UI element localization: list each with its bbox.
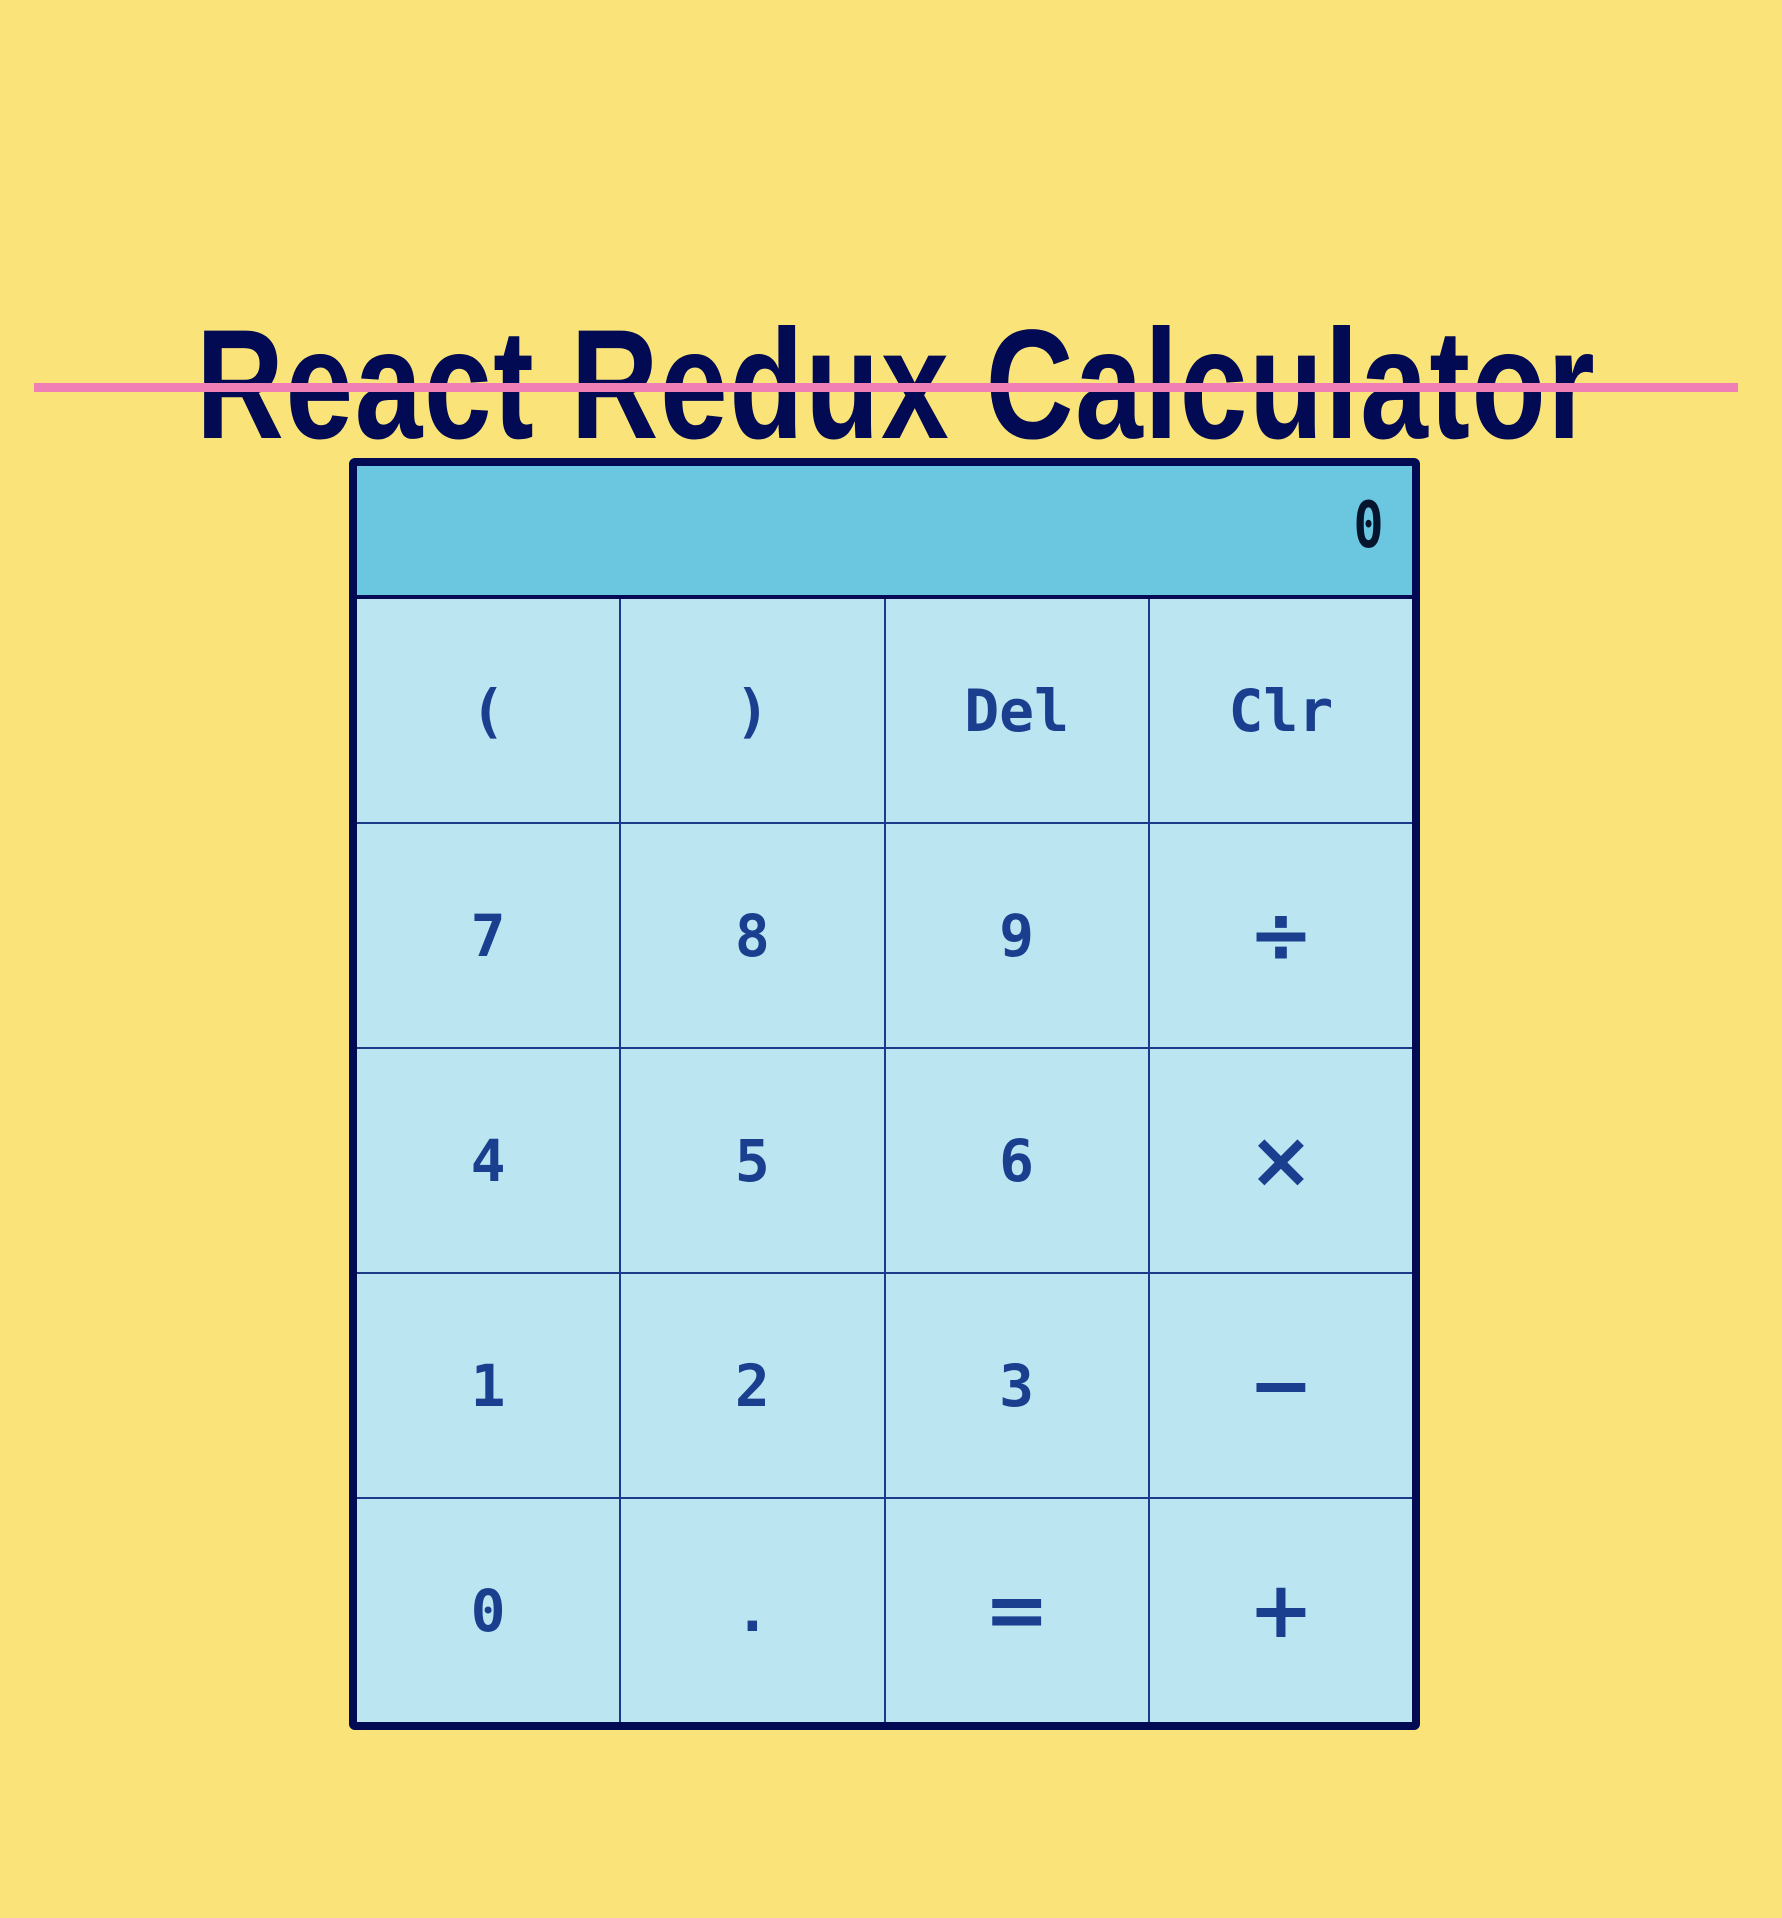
subtract-button[interactable]: −: [1149, 1274, 1412, 1497]
clear-button[interactable]: Clr: [1149, 599, 1412, 822]
digit-3-button[interactable]: 3: [885, 1274, 1148, 1497]
display-value: 0: [1353, 489, 1384, 563]
digit-7-button[interactable]: 7: [357, 824, 620, 1047]
multiply-button[interactable]: ×: [1149, 1049, 1412, 1272]
add-button[interactable]: +: [1149, 1499, 1412, 1722]
equals-button[interactable]: =: [885, 1499, 1148, 1722]
digit-4-button[interactable]: 4: [357, 1049, 620, 1272]
digit-8-button[interactable]: 8: [621, 824, 884, 1047]
digit-5-button[interactable]: 5: [621, 1049, 884, 1272]
title-divider: [34, 383, 1738, 392]
keypad: ( ) Del Clr 7 8 9 ÷ 4 5 6 × 1 2 3 − 0 . …: [357, 599, 1412, 1722]
digit-0-button[interactable]: 0: [357, 1499, 620, 1722]
delete-button[interactable]: Del: [885, 599, 1148, 822]
digit-2-button[interactable]: 2: [621, 1274, 884, 1497]
digit-1-button[interactable]: 1: [357, 1274, 620, 1497]
close-paren-button[interactable]: ): [621, 599, 884, 822]
digit-6-button[interactable]: 6: [885, 1049, 1148, 1272]
open-paren-button[interactable]: (: [357, 599, 620, 822]
divide-button[interactable]: ÷: [1149, 824, 1412, 1047]
calculator: 0 ( ) Del Clr 7 8 9 ÷ 4 5 6 × 1 2 3 − 0 …: [349, 458, 1420, 1730]
digit-9-button[interactable]: 9: [885, 824, 1148, 1047]
calculator-display: 0: [357, 466, 1412, 599]
decimal-button[interactable]: .: [621, 1499, 884, 1722]
